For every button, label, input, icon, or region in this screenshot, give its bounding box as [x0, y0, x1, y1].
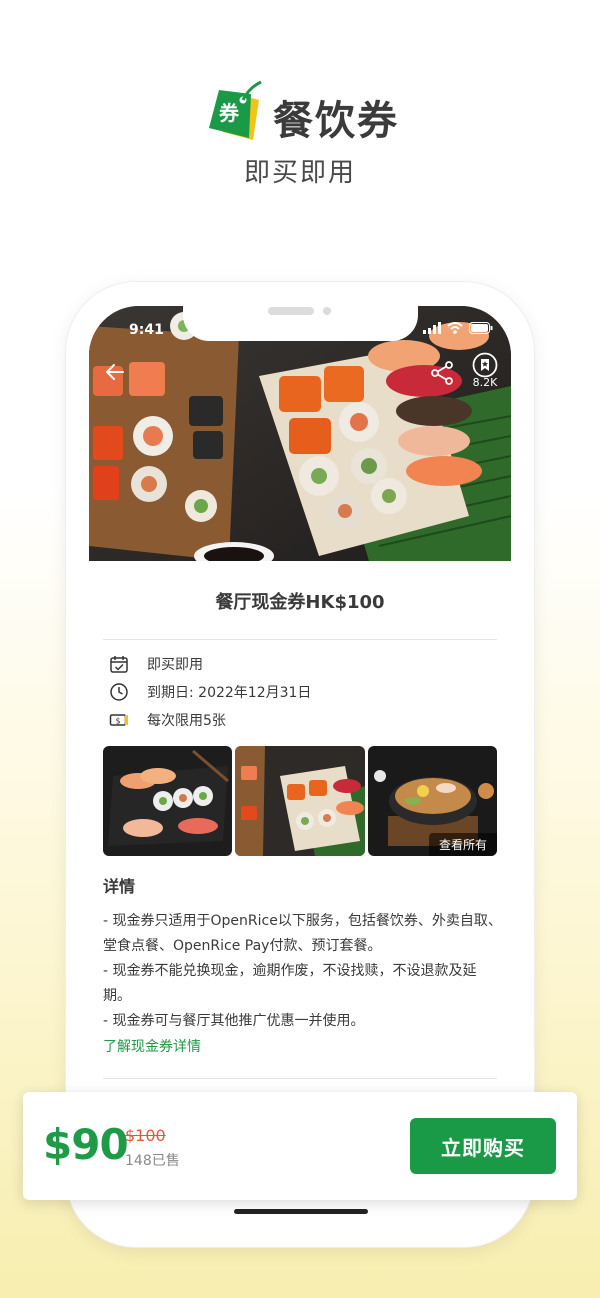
share-icon[interactable] [429, 360, 455, 386]
details-divider [103, 1078, 497, 1079]
purchase-bar: $90 $100 148已售 立即购买 [23, 1092, 577, 1200]
voucher-title: 餐厅现金券HK$100 [215, 592, 385, 613]
voucher-logo-icon: 券 [209, 80, 262, 140]
signal-icon [423, 322, 441, 334]
gallery-photo-3[interactable]: 查看所有 [367, 746, 497, 856]
gallery-photo-2[interactable] [235, 746, 365, 856]
clock-icon [110, 683, 128, 701]
info-limit-text: 每次限用5张 [147, 713, 226, 729]
buy-now-button[interactable]: 立即购买 [410, 1118, 556, 1174]
sold-count: 148已售 [125, 1153, 180, 1169]
original-price: $100 [125, 1126, 166, 1145]
info-expiry-text: 到期日: 2022年12月31日 [147, 685, 312, 701]
info-row-instant: 即买即用 [109, 653, 203, 675]
details-line: - 现金券可与餐厅其他推广优惠一并使用。 [103, 1013, 365, 1029]
details-line: - 现金券不能兑换现金，逾期作废，不设找赎，不设退款及延期。 [103, 963, 477, 1004]
status-icons [423, 322, 493, 334]
details-body: - 现金券只适用于OpenRice以下服务，包括餐饮券、外卖自取、堂食点餐、Op… [103, 909, 503, 1034]
phone-speaker [268, 307, 314, 315]
title-divider [103, 639, 497, 640]
bookmark-icon[interactable] [472, 352, 498, 378]
sale-price: $90 [43, 1120, 129, 1169]
promo-header: 券 餐饮券 即买即用 [0, 0, 600, 260]
details-heading: 详情 [103, 877, 136, 896]
sushi-photo [89, 306, 511, 561]
status-time: 9:41 [129, 322, 164, 338]
info-row-limit: $ 每次限用5张 [109, 709, 226, 731]
gallery-photo-1[interactable] [103, 746, 233, 856]
back-arrow-icon[interactable] [103, 360, 127, 384]
battery-icon [469, 322, 493, 334]
info-row-expiry: 到期日: 2022年12月31日 [109, 681, 311, 703]
app-screen: 9:41 8.2K 餐厅现金券HK$100 即买即用 到期日: 2022年12月… [89, 306, 511, 1226]
info-instant-text: 即买即用 [147, 657, 203, 673]
promo-subtitle: 即买即用 [243, 158, 356, 188]
promo-title: 餐饮券 [273, 98, 399, 144]
hero-image [89, 306, 511, 561]
logo-text: 券 [218, 101, 240, 125]
photo-gallery: 查看所有 [103, 746, 497, 856]
view-all-photos-button[interactable]: 查看所有 [428, 833, 497, 856]
details-line: - 现金券只适用于OpenRice以下服务，包括餐饮券、外卖自取、堂食点餐、Op… [103, 913, 502, 954]
svg-text:$: $ [115, 717, 120, 726]
bookmark-count: 8.2K [472, 376, 498, 389]
phone-camera [323, 307, 331, 315]
cash-icon: $ [109, 714, 128, 726]
voucher-details-link[interactable]: 了解现金券详情 [103, 1036, 201, 1056]
calendar-check-icon [110, 656, 128, 673]
home-indicator [234, 1209, 368, 1214]
wifi-icon [447, 322, 463, 334]
